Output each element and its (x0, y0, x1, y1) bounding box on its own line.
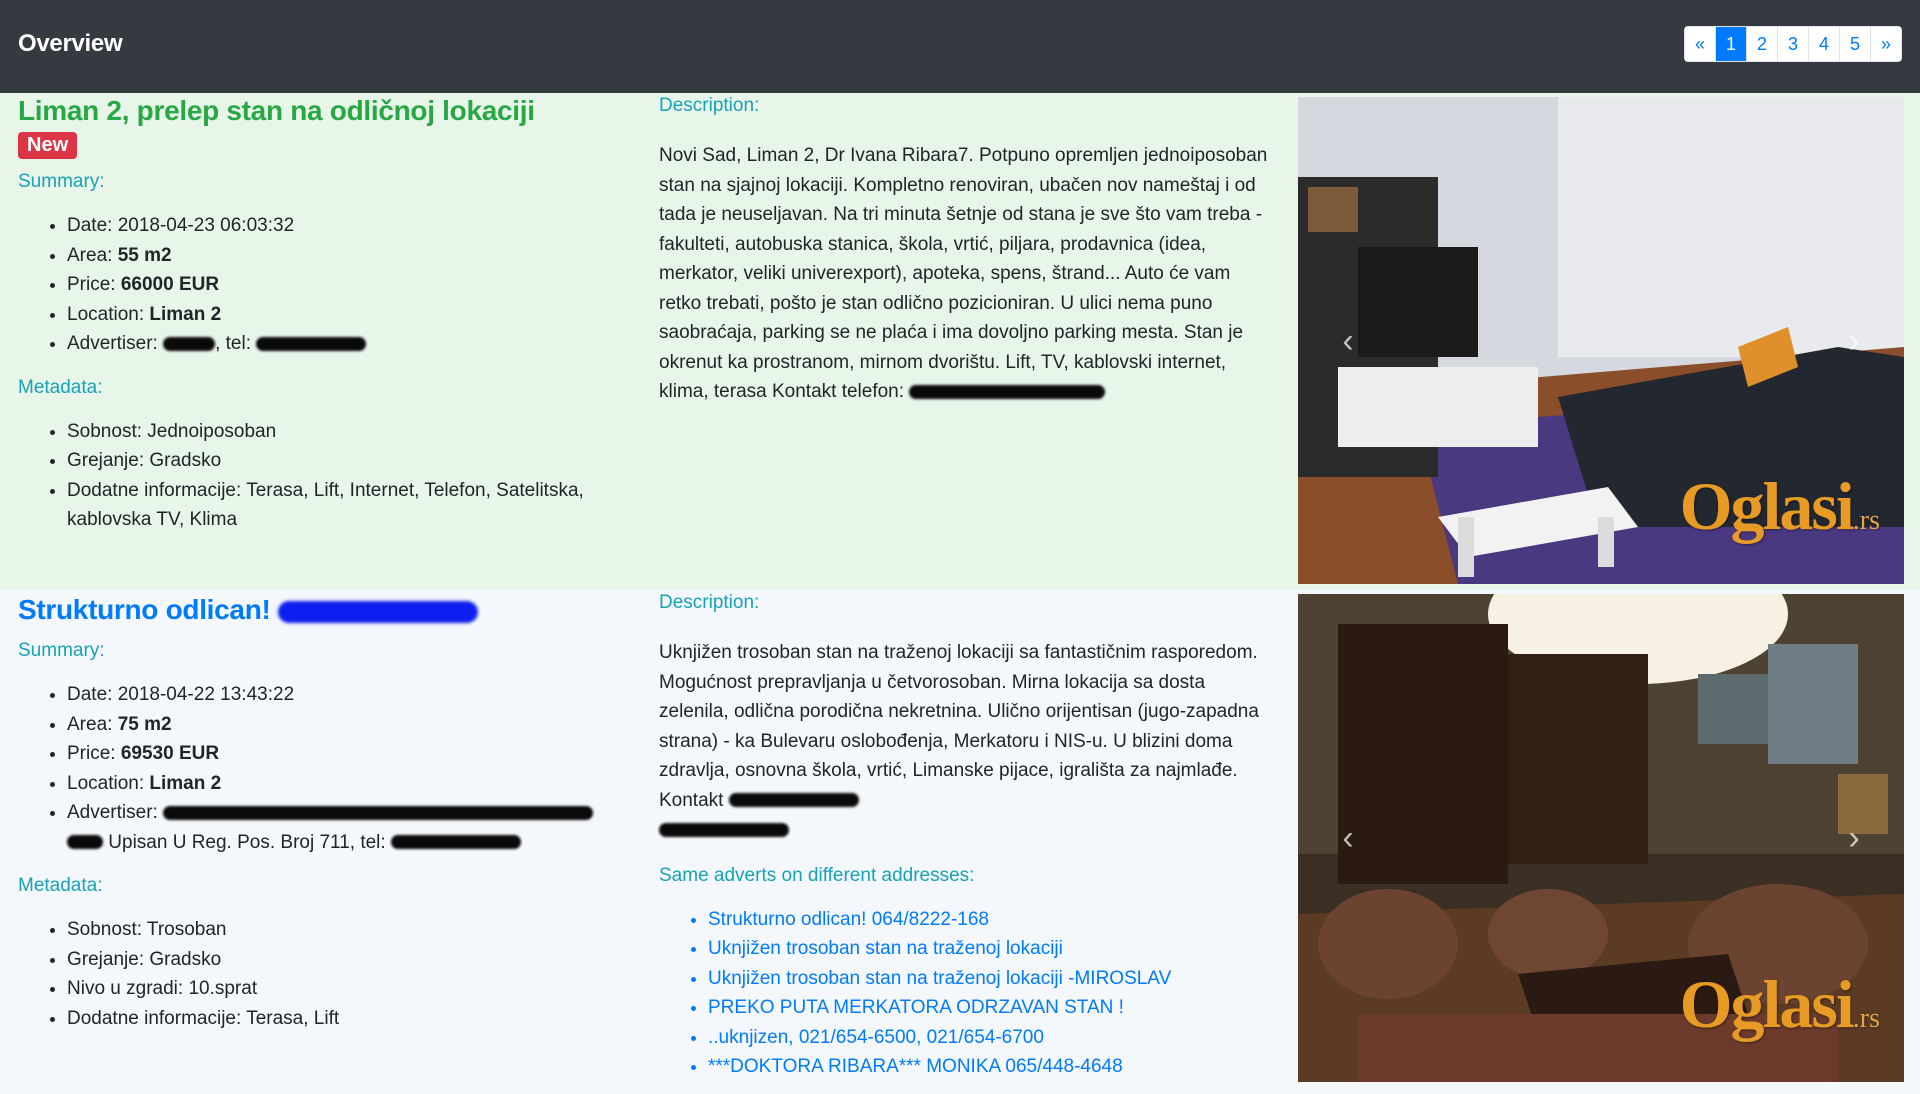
pagination: « 1 2 3 4 5 » (1684, 26, 1902, 62)
redacted-phone (909, 384, 1106, 399)
same-advert-link[interactable]: ***DOKTORA RIBARA*** MONIKA 065/448-4648 (708, 1052, 1269, 1082)
pagination-page-1[interactable]: 1 (1715, 27, 1746, 61)
description-label: Description: (659, 95, 760, 116)
summary-price: Price: 66000 EUR (67, 270, 638, 300)
same-advert-link[interactable]: ..uknjizen, 021/654-6500, 021/654-6700 (708, 1023, 1269, 1053)
carousel-prev-icon[interactable]: ‹ (1336, 324, 1360, 358)
same-advert-link[interactable]: PREKO PUTA MERKATORA ODRZAVAN STAN ! (708, 993, 1269, 1023)
pagination-next[interactable]: » (1870, 27, 1901, 61)
carousel-next-icon[interactable]: › (1842, 821, 1866, 855)
same-advert-link[interactable]: Strukturno odlican! 064/8222-168 (708, 905, 1269, 935)
carousel-prev-icon[interactable]: ‹ (1336, 821, 1360, 855)
listing-title[interactable]: Strukturno odlican! (18, 592, 638, 628)
listing-description: Description: Novi Sad, Liman 2, Dr Ivana… (659, 95, 1269, 407)
summary-date: Date: 2018-04-23 06:03:32 (67, 211, 638, 241)
summary-list: Date: 2018-04-22 13:43:22 Area: 75 m2 Pr… (18, 680, 638, 857)
redacted-phone (278, 600, 479, 623)
metadata-list: Sobnost: Jednoiposoban Grejanje: Gradsko… (18, 417, 638, 535)
listing-title[interactable]: Liman 2, prelep stan na odličnoj lokacij… (18, 93, 638, 129)
listing-description: Description: Uknjižen trosoban stan na t… (659, 592, 1269, 1082)
redacted-phone (728, 793, 859, 808)
same-adverts-list: Strukturno odlican! 064/8222-168 Uknjiže… (659, 905, 1269, 1082)
metadata-item: Dodatne informacije: Terasa, Lift (67, 1004, 638, 1034)
summary-label: Summary: (18, 640, 105, 661)
photo-carousel[interactable]: ‹ › Oglasi.rs (1298, 594, 1904, 1082)
redacted-name (163, 805, 594, 820)
same-adverts-label: Same adverts on different addresses: (659, 864, 975, 886)
metadata-label: Metadata: (18, 875, 103, 896)
metadata-item: Grejanje: Gradsko (67, 446, 638, 476)
pagination-page-2[interactable]: 2 (1746, 27, 1777, 61)
description-text: Novi Sad, Liman 2, Dr Ivana Ribara7. Pot… (659, 145, 1268, 402)
redacted-phone (256, 336, 367, 351)
summary-area: Area: 55 m2 (67, 241, 638, 271)
metadata-list: Sobnost: Trosoban Grejanje: Gradsko Nivo… (18, 915, 638, 1033)
metadata-label: Metadata: (18, 376, 103, 398)
page-title[interactable]: Overview (18, 30, 123, 58)
oglasi-watermark: Oglasi.rs (1679, 468, 1880, 544)
summary-advertiser: Advertiser: Upisan U Reg. Pos. Broj 711,… (67, 798, 638, 857)
summary-date: Date: 2018-04-22 13:43:22 (67, 680, 638, 710)
metadata-item: Dodatne informacije: Terasa, Lift, Inter… (67, 476, 638, 535)
redacted-phone (659, 822, 789, 837)
pagination-page-5[interactable]: 5 (1839, 27, 1870, 61)
summary-price: Price: 69530 EUR (67, 739, 638, 769)
summary-area: Area: 75 m2 (67, 710, 638, 740)
summary-list: Date: 2018-04-23 06:03:32 Area: 55 m2 Pr… (18, 211, 638, 359)
summary-location: Location: Liman 2 (67, 300, 638, 330)
photo-carousel[interactable]: ‹ › Oglasi.rs (1298, 97, 1904, 584)
same-advert-link[interactable]: Uknjižen trosoban stan na traženoj lokac… (708, 934, 1269, 964)
listing-info: Liman 2, prelep stan na odličnoj lokacij… (18, 93, 638, 535)
summary-label: Summary: (18, 171, 105, 192)
same-advert-link[interactable]: Uknjižen trosoban stan na traženoj lokac… (708, 964, 1269, 994)
new-badge: New (18, 132, 78, 159)
description-label: Description: (659, 592, 760, 613)
metadata-item: Sobnost: Jednoiposoban (67, 417, 638, 447)
pagination-page-4[interactable]: 4 (1808, 27, 1839, 61)
redacted-text (67, 835, 103, 850)
oglasi-watermark: Oglasi.rs (1679, 966, 1880, 1042)
metadata-item: Sobnost: Trosoban (67, 915, 638, 945)
redacted-phone (390, 835, 521, 850)
listing-card: Strukturno odlican! Summary: Date: 2018-… (0, 590, 1920, 1094)
metadata-item: Grejanje: Gradsko (67, 945, 638, 975)
carousel-next-icon[interactable]: › (1842, 324, 1866, 358)
summary-advertiser: Advertiser: , tel: (67, 329, 638, 359)
redacted-name (163, 336, 216, 351)
summary-location: Location: Liman 2 (67, 769, 638, 799)
pagination-prev[interactable]: « (1685, 27, 1715, 61)
listing-card: Liman 2, prelep stan na odličnoj lokacij… (0, 93, 1920, 590)
pagination-page-3[interactable]: 3 (1777, 27, 1808, 61)
metadata-item: Nivo u zgradi: 10.sprat (67, 974, 638, 1004)
top-navbar: Overview « 1 2 3 4 5 » (0, 0, 1920, 93)
description-text: Uknjižen trosoban stan na traženoj lokac… (659, 638, 1269, 845)
listing-info: Strukturno odlican! Summary: Date: 2018-… (18, 592, 638, 1033)
